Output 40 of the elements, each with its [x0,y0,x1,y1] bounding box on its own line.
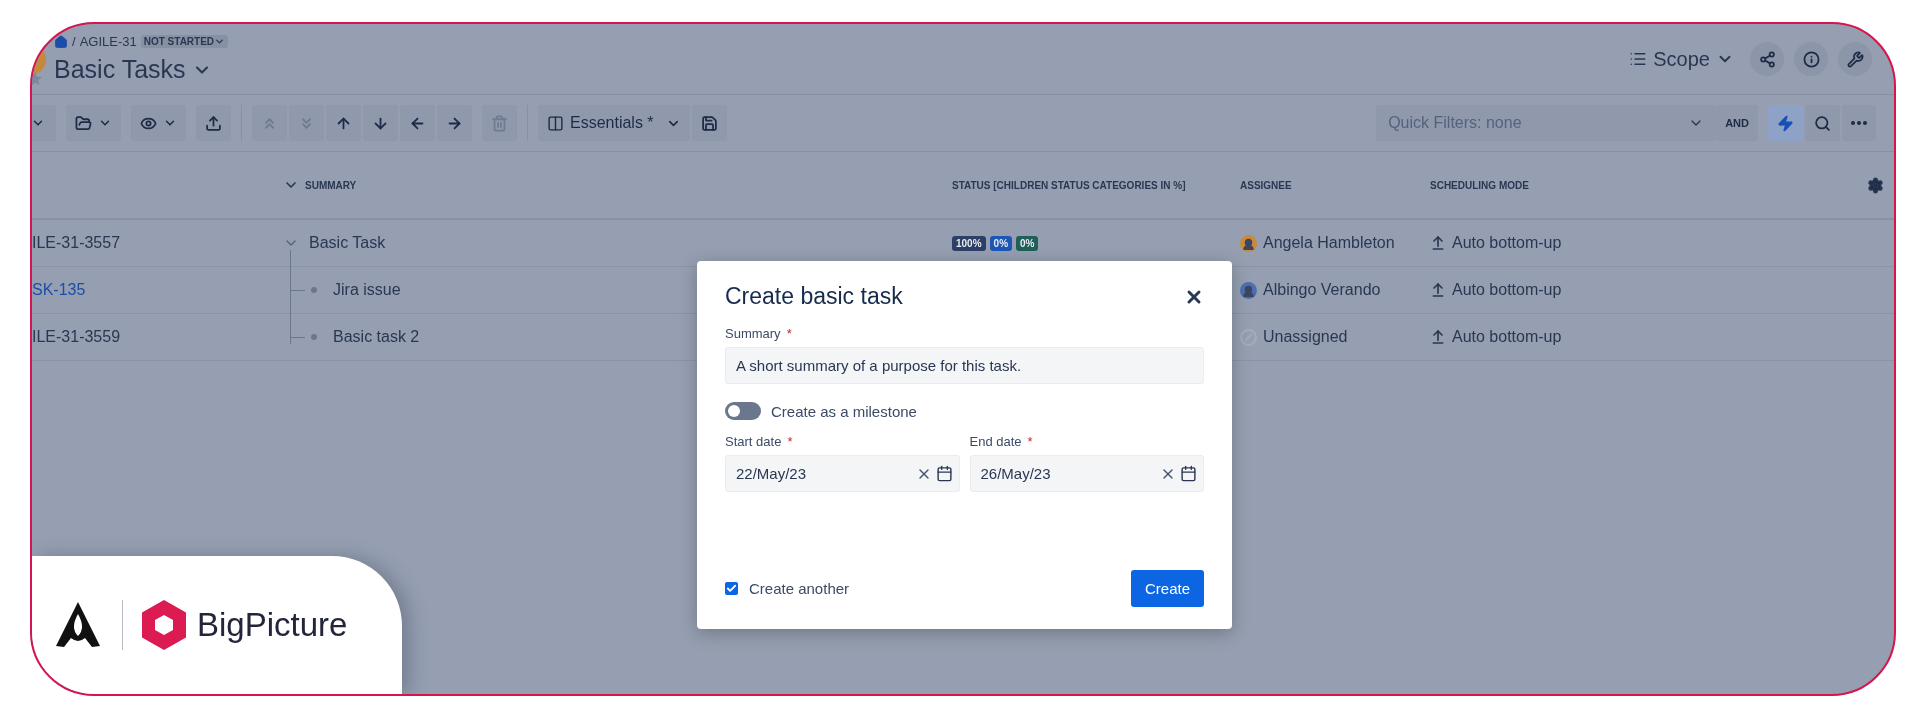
and-button[interactable]: AND [1716,105,1758,141]
field-label: Start date [725,434,782,449]
view-button[interactable]: Essentials * [538,105,690,141]
scope-button[interactable]: Scope [1623,46,1740,72]
toggle-label: Create as a milestone [771,402,917,420]
scheduling-mode: Auto bottom-up [1452,234,1562,252]
issue-link[interactable]: SK-135 [32,281,86,298]
status-percent-badge: 100% [952,235,986,251]
dialog-title: Create basic task [725,283,903,310]
date-field[interactable]: 22/May/23 [725,455,960,492]
breadcrumb-link[interactable]: AGILE-31 [79,34,137,49]
checkbox-label: Create another [749,580,850,597]
status-percent-badge: 0% [1016,235,1039,251]
status-percent-badge: 0% [989,235,1013,251]
board-title: Basic Tasks [54,55,186,84]
task-key: ILE-31-3557 [32,234,121,251]
status-dropdown[interactable]: NOT STARTED [140,35,229,48]
column-header[interactable]: SUMMARY [283,177,357,193]
assignee-name: Unassigned [1263,328,1348,346]
task-key: ILE-31-3559 [32,328,121,345]
date-field[interactable]: 26/May/23 [969,455,1204,492]
column-header[interactable]: SCHEDULING MODE [1430,179,1529,191]
create-button[interactable]: Create [1130,570,1204,607]
task-summary: Jira issue [333,281,401,299]
column-header[interactable]: ASSIGNEE [1240,179,1292,191]
breadcrumb-separator: / [72,34,76,49]
field-label: Summary [725,326,781,341]
required-mark: * [787,434,793,449]
brand-name: BigPicture [197,606,348,644]
required-mark: * [1027,434,1033,449]
column-header[interactable]: STATUS [CHILDREN STATUS CATEGORIES IN %] [952,179,1186,191]
required-mark: * [786,326,792,341]
task-summary: Basic Task [309,234,386,252]
scheduling-mode: Auto bottom-up [1452,328,1562,346]
assignee-name: Albingo Verando [1263,281,1381,299]
scheduling-mode: Auto bottom-up [1452,281,1562,299]
field-label: End date [969,434,1022,449]
summary-field[interactable]: A short summary of a purpose for this task. [725,347,1204,384]
task-summary: Basic task 2 [333,328,420,346]
assignee-name: Angela Hambleton [1263,234,1395,252]
